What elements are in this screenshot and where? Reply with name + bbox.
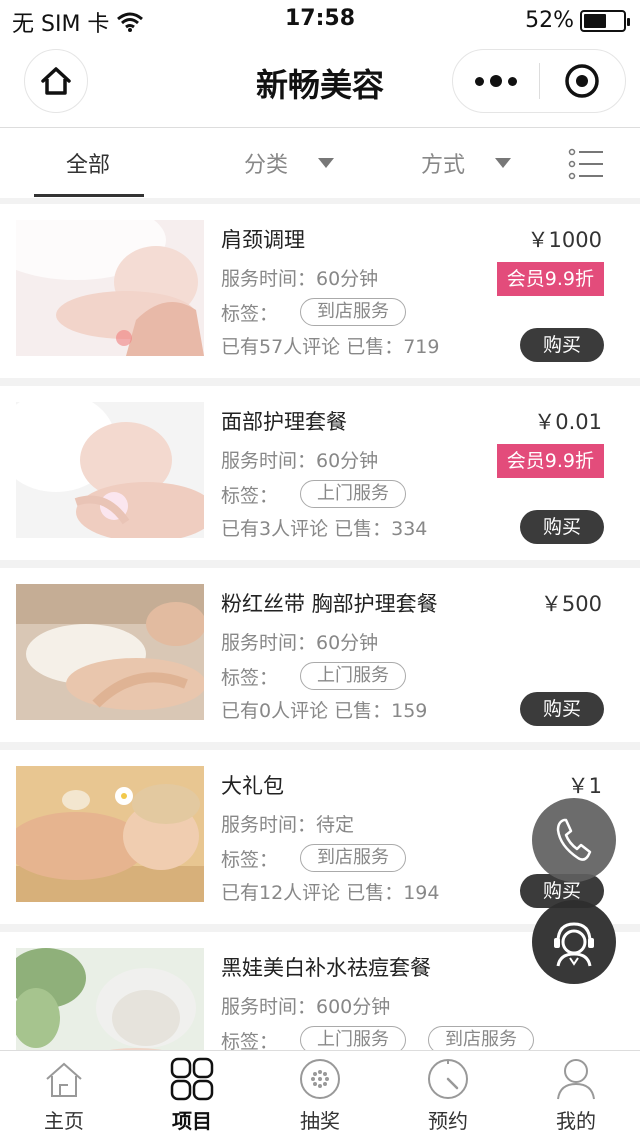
tab-label: 抽奖 (300, 1109, 340, 1133)
battery-status: 52% (525, 8, 630, 33)
tag-label: 标签： (221, 302, 279, 325)
product-price: ￥500 (540, 592, 602, 616)
target-icon (565, 64, 599, 98)
battery-percent: 52% (525, 8, 574, 33)
product-title: 大礼包 (221, 774, 284, 798)
more-button[interactable] (453, 49, 539, 113)
list-view-icon[interactable] (568, 146, 604, 182)
dropdown-arrow-icon (495, 158, 512, 168)
service-time: 服务时间：待定 (221, 814, 355, 836)
product-list: 肩颈调理 ￥1000 会员9.9折 服务时间：60分钟 标签： 到店服务 已有5… (0, 204, 640, 1114)
battery-icon (580, 9, 630, 32)
service-tag: 到店服务 (300, 298, 407, 326)
product-image (16, 584, 204, 720)
nav-bar: 新畅美容 (0, 40, 640, 128)
service-tag: 上门服务 (300, 480, 407, 508)
tab-label: 项目 (172, 1109, 212, 1133)
tag-label: 标签： (221, 666, 279, 689)
reviews-sold: 已有57人评论 已售：719 (221, 336, 440, 358)
tab-label: 主页 (44, 1109, 84, 1133)
member-discount-badge: 会员9.9折 (496, 444, 604, 478)
tags-row: 标签： 到店服务 (221, 298, 407, 326)
service-tag: 到店服务 (300, 844, 407, 872)
reviews-sold: 已有12人评论 已售：194 (221, 882, 440, 904)
tab-label: 预约 (428, 1109, 468, 1133)
reviews-sold: 已有3人评论 已售：334 (221, 518, 428, 540)
service-time: 服务时间：60分钟 (221, 268, 379, 290)
tab-appointment[interactable]: 预约 (384, 1051, 512, 1136)
tab-appointment-icon (428, 1059, 468, 1099)
tab-home-icon (46, 1062, 82, 1097)
member-discount-badge: 会员9.9折 (496, 262, 604, 296)
filter-tab-category[interactable]: 分类 (244, 128, 335, 198)
tab-project-icon (170, 1057, 214, 1101)
bottom-tab-bar: 主页 项目 抽奖 预约 我的 (0, 1050, 640, 1136)
filter-tab-method[interactable]: 方式 (421, 128, 512, 198)
product-title: 黑娃美白补水祛痘套餐 (221, 956, 431, 980)
service-time: 服务时间：60分钟 (221, 632, 379, 654)
product-title: 面部护理套餐 (221, 410, 347, 434)
tab-project[interactable]: 项目 (128, 1051, 256, 1136)
product-price: ￥1000 (527, 228, 602, 252)
tags-row: 标签： 上门服务 (221, 480, 407, 508)
product-card[interactable]: 肩颈调理 ￥1000 会员9.9折 服务时间：60分钟 标签： 到店服务 已有5… (0, 204, 640, 378)
customer-service-icon (554, 922, 594, 967)
tab-profile[interactable]: 我的 (512, 1051, 640, 1136)
product-image (16, 220, 204, 356)
close-program-button[interactable] (540, 49, 626, 113)
product-price: ￥1 (567, 774, 602, 798)
filter-tab-label: 分类 (244, 153, 289, 178)
buy-button[interactable]: 购买 (520, 510, 604, 544)
product-image (16, 766, 204, 902)
product-card[interactable]: 粉红丝带 胸部护理套餐 ￥500 服务时间：60分钟 标签： 上门服务 已有0人… (0, 568, 640, 742)
active-tab-indicator (34, 194, 144, 197)
tab-lottery-icon (300, 1059, 340, 1099)
wifi-icon (117, 12, 144, 32)
status-bar: 无 SIM 卡 17:58 52% (0, 0, 640, 40)
tab-profile-icon (557, 1059, 595, 1100)
buy-button[interactable]: 购买 (520, 328, 604, 362)
buy-button[interactable]: 购买 (520, 692, 604, 726)
product-title: 肩颈调理 (221, 228, 305, 252)
reviews-sold: 已有0人评论 已售：159 (221, 700, 428, 722)
carrier-status: 无 SIM 卡 (12, 6, 144, 38)
tab-label: 我的 (556, 1109, 596, 1133)
tags-row: 标签： 到店服务 (221, 844, 407, 872)
service-tag: 上门服务 (300, 662, 407, 690)
tag-label: 标签： (221, 484, 279, 507)
tab-lottery[interactable]: 抽奖 (256, 1051, 384, 1136)
dropdown-arrow-icon (318, 158, 335, 168)
filter-tab-label: 全部 (66, 153, 111, 178)
mini-program-capsule (452, 49, 626, 113)
tags-row: 标签： 上门服务 (221, 662, 407, 690)
product-image (16, 402, 204, 538)
filter-tab-label: 方式 (421, 153, 466, 178)
tag-label: 标签： (221, 848, 279, 871)
carrier-label: 无 SIM 卡 (12, 12, 110, 37)
product-price: ￥0.01 (534, 410, 602, 434)
customer-service-button[interactable] (532, 900, 616, 984)
call-button[interactable] (532, 798, 616, 882)
tab-home[interactable]: 主页 (0, 1051, 128, 1136)
filter-tab-all[interactable]: 全部 (66, 128, 110, 198)
service-time: 服务时间：600分钟 (221, 996, 391, 1018)
service-time: 服务时间：60分钟 (221, 450, 379, 472)
product-title: 粉红丝带 胸部护理套餐 (221, 592, 438, 616)
filter-bar: 全部 分类 方式 (0, 128, 640, 198)
phone-icon (556, 818, 592, 861)
product-card[interactable]: 面部护理套餐 ￥0.01 会员9.9折 服务时间：60分钟 标签： 上门服务 已… (0, 386, 640, 560)
